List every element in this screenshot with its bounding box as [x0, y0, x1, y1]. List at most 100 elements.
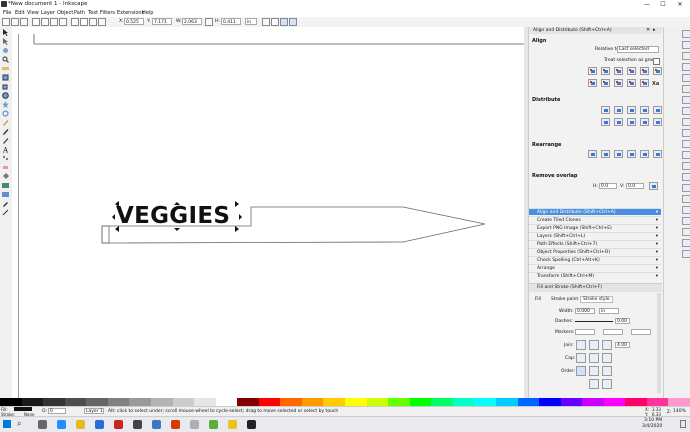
palette-swatch[interactable]: [237, 398, 260, 406]
save-icon[interactable]: [682, 52, 690, 60]
y-input[interactable]: 7.171: [152, 18, 172, 25]
app-icon-8[interactable]: [171, 420, 180, 429]
palette-swatch[interactable]: [366, 398, 389, 406]
spiral-tool-icon[interactable]: [2, 110, 9, 117]
acrobat-icon[interactable]: [114, 420, 123, 429]
palette-swatch[interactable]: [345, 398, 368, 406]
select-all-layers-icon[interactable]: [11, 18, 19, 26]
gradient-tool-icon[interactable]: [2, 182, 9, 189]
group-icon[interactable]: [682, 195, 690, 203]
calligraphy-tool-icon[interactable]: [2, 137, 9, 144]
rotate-ccw-icon[interactable]: [32, 18, 40, 26]
overlap-h-input[interactable]: 0.0: [599, 183, 617, 189]
dialog-path-effects[interactable]: Path Effects (Shift+Ctrl+7) ▾: [529, 240, 661, 247]
order-fill-stroke-markers-icon[interactable]: [576, 366, 586, 376]
dialog-object-properties[interactable]: Object Properties (Shift+Ctrl+O) ▾: [529, 248, 661, 255]
duplicate-icon[interactable]: [682, 173, 690, 181]
treat-as-group-checkbox[interactable]: [653, 58, 660, 65]
unit-select[interactable]: in: [245, 18, 257, 25]
round-cap-icon[interactable]: [589, 353, 599, 363]
align-baseline-icon[interactable]: [653, 67, 662, 75]
chrome-icon[interactable]: [228, 420, 237, 429]
palette-swatch[interactable]: [474, 398, 497, 406]
open-file-icon[interactable]: [682, 41, 690, 49]
menu-view[interactable]: View: [27, 10, 39, 16]
node-tool-icon[interactable]: [2, 38, 9, 45]
move-patterns-icon[interactable]: [289, 18, 297, 26]
palette-swatch[interactable]: [150, 398, 173, 406]
canvas[interactable]: VEGGIES: [19, 34, 524, 398]
close-panel-icon[interactable]: ✕: [646, 27, 650, 33]
dialog-layers[interactable]: Layers (Shift+Ctrl+L) ▾: [529, 232, 661, 239]
xml-editor-icon[interactable]: [682, 239, 690, 247]
sign-shape-left[interactable]: [101, 225, 110, 244]
zoom-selection-icon[interactable]: [682, 151, 690, 159]
app-icon-6[interactable]: [133, 420, 142, 429]
import-icon[interactable]: [682, 74, 690, 82]
copy-icon[interactable]: [682, 118, 690, 126]
connector-tool-icon[interactable]: [2, 209, 9, 216]
fill-swatch[interactable]: [14, 407, 32, 411]
exchange-positions-icon[interactable]: [588, 150, 597, 158]
dialog-transform[interactable]: Transform (Shift+Ctrl+M) ▾: [529, 272, 661, 279]
butt-cap-icon[interactable]: [576, 353, 586, 363]
overlap-v-input[interactable]: 0.0: [626, 183, 644, 189]
dock-scrollbar[interactable]: [657, 293, 661, 393]
dialog-export-png[interactable]: Export PNG Image (Shift+Ctrl+E) ▾: [529, 224, 661, 231]
remove-overlap-button-icon[interactable]: [649, 182, 658, 190]
miter-limit-input[interactable]: 4.00: [615, 342, 630, 348]
fill-stroke-icon[interactable]: [682, 217, 690, 225]
notification-icon[interactable]: [680, 420, 686, 428]
redo-icon[interactable]: [682, 107, 690, 115]
mail-icon[interactable]: [95, 420, 104, 429]
paint-bucket-icon[interactable]: [2, 173, 9, 180]
close-button[interactable]: ✕: [673, 0, 687, 9]
palette-swatch[interactable]: [64, 398, 87, 406]
mesh-tool-icon[interactable]: [2, 191, 9, 198]
miter-join-icon[interactable]: [602, 340, 612, 350]
lower-icon[interactable]: [89, 18, 97, 26]
lower-to-bottom-icon[interactable]: [98, 18, 106, 26]
palette-swatch[interactable]: [560, 398, 583, 406]
dialog-tiled-clones[interactable]: Create Tiled Clones ▾: [529, 216, 661, 223]
rotate-cw-icon[interactable]: [41, 18, 49, 26]
raise-icon[interactable]: [80, 18, 88, 26]
palette-swatch[interactable]: [323, 398, 346, 406]
ungroup-icon[interactable]: [682, 206, 690, 214]
distribute-bottom-icon[interactable]: [627, 118, 636, 126]
align-bottom-to-top-icon[interactable]: [588, 79, 597, 87]
veggies-text[interactable]: VEGGIES: [116, 203, 230, 229]
distribute-left-icon[interactable]: [601, 106, 610, 114]
unclump-icon[interactable]: [640, 150, 649, 158]
tweak-tool-icon[interactable]: [2, 47, 9, 54]
pen-tool-icon[interactable]: [2, 128, 9, 135]
order-stroke-markers-fill-icon[interactable]: [602, 379, 612, 389]
distribute-center-h-icon[interactable]: [614, 106, 623, 114]
palette-swatch[interactable]: [0, 398, 23, 406]
menu-path[interactable]: Path: [74, 10, 85, 16]
distribute-baseline-h-icon[interactable]: [653, 106, 662, 114]
move-gradients-icon[interactable]: [280, 18, 288, 26]
star-tool-icon[interactable]: [2, 101, 9, 108]
menu-filters[interactable]: Filters: [100, 10, 115, 16]
align-left-edges-icon[interactable]: [601, 67, 610, 75]
end-marker-select[interactable]: [631, 329, 651, 335]
rectangle-tool-icon[interactable]: [2, 74, 9, 81]
palette-swatch[interactable]: [431, 398, 454, 406]
palette-swatch[interactable]: [409, 398, 432, 406]
order-fill-markers-stroke-icon[interactable]: [602, 366, 612, 376]
palette-swatch[interactable]: [388, 398, 411, 406]
distribute-center-v-icon[interactable]: [614, 118, 623, 126]
relative-to-select[interactable]: Last selected: [617, 46, 659, 53]
export-icon[interactable]: [682, 85, 690, 93]
deselect-icon[interactable]: [20, 18, 28, 26]
remove-overlaps-icon[interactable]: [653, 150, 662, 158]
menu-file[interactable]: File: [3, 10, 11, 16]
palette-swatch[interactable]: [646, 398, 669, 406]
align-left-to-right-icon[interactable]: [640, 67, 649, 75]
order-stroke-fill-markers-icon[interactable]: [589, 366, 599, 376]
exchange-clockwise-icon[interactable]: [614, 150, 623, 158]
dialog-align-distribute[interactable]: Align and Distribute (Shift+Ctrl+A) ▾: [529, 208, 661, 215]
palette-swatch[interactable]: [86, 398, 109, 406]
new-document-icon[interactable]: [682, 30, 690, 38]
